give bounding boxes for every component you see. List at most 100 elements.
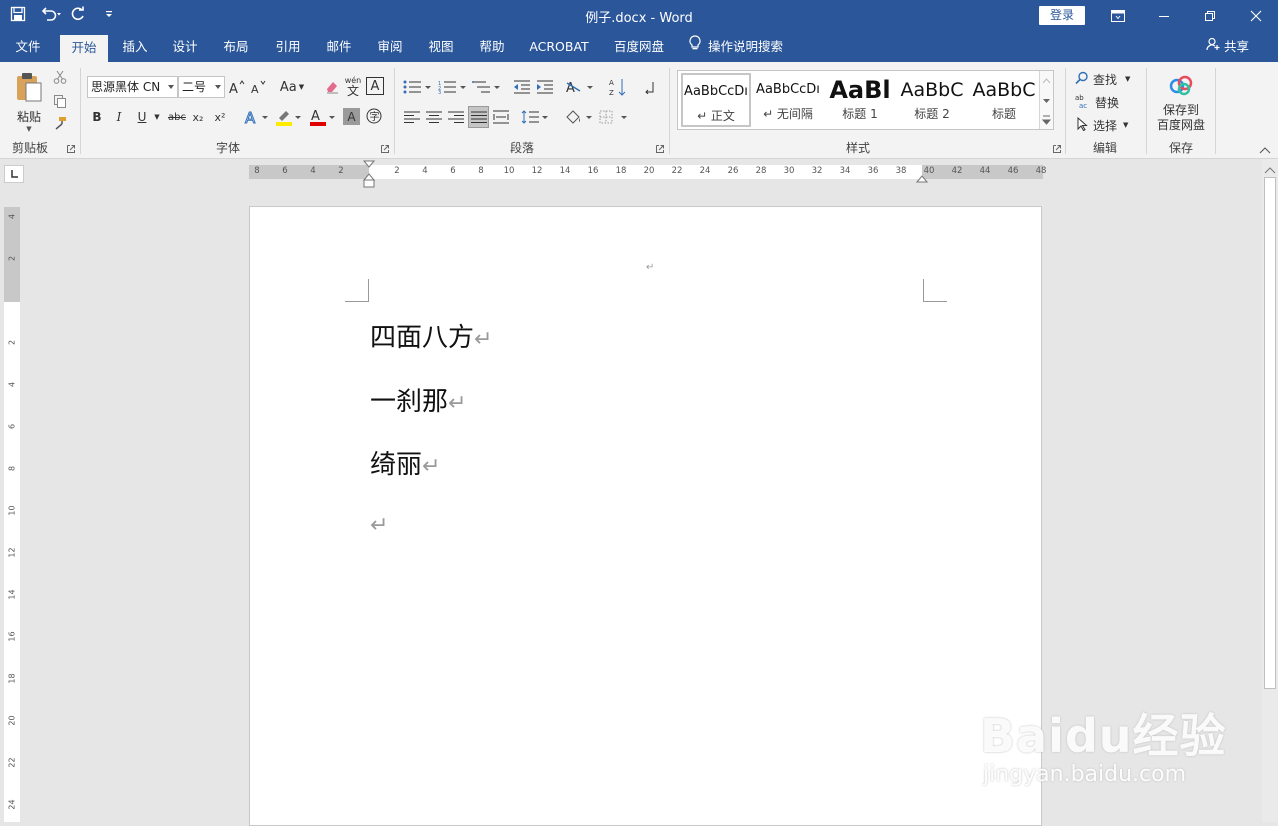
gallery-scroll-up[interactable] <box>1039 71 1053 91</box>
style-heading-2[interactable]: AaBbC 标题 2 <box>897 73 967 127</box>
find-button[interactable]: 查找 ▼ <box>1075 69 1137 89</box>
style-preview: AaBl <box>829 76 891 104</box>
vertical-ruler[interactable]: 4 2 2 4 6 8 10 12 14 16 18 20 22 24 <box>4 207 20 822</box>
gallery-more-icon[interactable] <box>1039 111 1053 129</box>
paragraph-mark: ↵ <box>370 513 389 538</box>
horizontal-ruler[interactable]: 8 6 4 2 2 4 6 8 10 12 14 16 18 20 22 24 26 28 30 32 34 36 38 40… <box>249 160 1046 188</box>
dialog-launcher-icon[interactable] <box>655 144 665 154</box>
select-button[interactable]: 选择 ▼ <box>1077 115 1139 135</box>
format-painter-icon[interactable] <box>51 114 69 132</box>
replace-button[interactable]: ab ac 替换 <box>1075 92 1137 112</box>
scroll-thumb[interactable] <box>1264 177 1276 689</box>
superscript-button[interactable]: x² <box>211 106 229 128</box>
dialog-launcher-icon[interactable] <box>380 144 390 154</box>
font-size-dropdown[interactable]: 二号 <box>178 76 225 98</box>
tab-references[interactable]: 引用 <box>266 32 310 62</box>
save-to-baidu-button[interactable]: 保存到 百度网盘 <box>1152 68 1210 138</box>
ruler-tick-label: 18 <box>615 166 627 176</box>
gallery-scroll-down[interactable] <box>1039 91 1053 111</box>
tab-review[interactable]: 审阅 <box>368 32 412 62</box>
scroll-up-icon[interactable] <box>1264 163 1276 177</box>
tab-home[interactable]: 开始 <box>60 35 108 62</box>
chevron-down-icon[interactable]: ▼ <box>151 106 163 128</box>
tab-insert[interactable]: 插入 <box>113 32 157 62</box>
baidu-netdisk-icon <box>1167 74 1195 100</box>
restore-icon[interactable] <box>1187 0 1233 32</box>
paragraph[interactable]: ↵ <box>370 509 388 539</box>
chinese-layout-icon[interactable]: A <box>565 76 597 98</box>
style-no-spacing[interactable]: AaBbCcDı ↵ 无间隔 <box>753 73 823 127</box>
cut-icon[interactable] <box>51 68 69 86</box>
style-title[interactable]: AaBbC 标题 <box>969 73 1039 127</box>
underline-button[interactable]: U <box>133 106 151 128</box>
sort-icon[interactable]: AZ <box>607 74 629 100</box>
right-indent-marker[interactable] <box>915 173 929 187</box>
character-border-icon[interactable]: A <box>366 77 384 95</box>
tab-acrobat[interactable]: ACROBAT <box>523 32 595 62</box>
justify-icon[interactable] <box>468 106 489 128</box>
first-line-indent-marker[interactable] <box>362 160 376 193</box>
increase-indent-icon[interactable] <box>535 76 555 98</box>
paragraph[interactable]: 一刹那↵ <box>370 381 466 418</box>
ruler-tick-label: 6 <box>282 166 288 176</box>
distributed-icon[interactable] <box>491 106 511 128</box>
dialog-launcher-icon[interactable] <box>66 144 76 154</box>
tab-stop-selector[interactable] <box>4 165 24 183</box>
subscript-button[interactable]: x₂ <box>189 106 207 128</box>
ribbon-display-options-icon[interactable] <box>1095 0 1141 32</box>
multilevel-list-icon[interactable] <box>471 76 503 98</box>
ruler-tick-label: 22 <box>7 757 17 768</box>
borders-icon[interactable] <box>598 106 630 128</box>
close-icon[interactable] <box>1233 0 1278 32</box>
font-color-icon[interactable]: A <box>308 106 338 128</box>
character-shading-icon[interactable]: A <box>343 108 360 125</box>
svg-text:3: 3 <box>438 90 441 94</box>
shading-icon[interactable] <box>563 106 595 128</box>
grow-font-icon[interactable]: A <box>228 76 246 98</box>
line-spacing-icon[interactable] <box>520 106 550 128</box>
numbering-icon[interactable]: 123 <box>437 76 469 98</box>
dialog-launcher-icon[interactable] <box>1052 144 1062 154</box>
tab-design[interactable]: 设计 <box>163 32 207 62</box>
collapse-ribbon-icon[interactable] <box>1258 144 1272 156</box>
copy-icon[interactable] <box>51 92 69 110</box>
tab-mailings[interactable]: 邮件 <box>317 32 361 62</box>
document-page[interactable]: ↵ 四面八方↵ 一刹那↵ 绮丽↵ ↵ <box>249 206 1042 826</box>
paragraph[interactable]: 四面八方↵ <box>370 317 492 354</box>
shrink-font-icon[interactable]: A <box>250 76 268 98</box>
align-right-icon[interactable] <box>446 106 466 128</box>
font-group-label: 字体 <box>215 141 240 155</box>
strikethrough-button[interactable]: abc <box>166 106 188 128</box>
text-effects-icon[interactable]: A <box>242 106 272 128</box>
italic-button[interactable]: I <box>110 106 128 128</box>
paragraph[interactable]: 绮丽↵ <box>370 444 440 481</box>
decrease-indent-icon[interactable] <box>512 76 532 98</box>
phonetic-guide-icon[interactable]: wén 文 <box>343 74 363 100</box>
tab-layout[interactable]: 布局 <box>214 32 258 62</box>
highlight-icon[interactable] <box>274 106 304 128</box>
paste-button[interactable]: 粘贴 ▼ <box>10 68 48 136</box>
tab-view[interactable]: 视图 <box>419 32 463 62</box>
tab-baidu-netdisk[interactable]: 百度网盘 <box>608 32 670 62</box>
tab-file[interactable]: 文件 <box>6 32 50 62</box>
font-name-dropdown[interactable]: 思源黑体 CN <box>87 76 178 98</box>
style-normal[interactable]: AaBbCcDı ↵ 正文 <box>681 73 751 127</box>
bullets-icon[interactable] <box>402 76 434 98</box>
minimize-icon[interactable] <box>1141 0 1187 32</box>
align-center-icon[interactable] <box>424 106 444 128</box>
show-paragraph-marks-icon[interactable] <box>640 76 658 98</box>
align-left-icon[interactable] <box>402 106 422 128</box>
vertical-scrollbar[interactable] <box>1262 159 1278 822</box>
style-heading-1[interactable]: AaBl 标题 1 <box>825 73 895 127</box>
login-button[interactable]: 登录 <box>1039 6 1085 25</box>
save-line1: 保存到 <box>1162 102 1199 117</box>
clear-formatting-icon[interactable] <box>322 76 342 98</box>
change-case-button[interactable]: Aa ▼ <box>278 76 306 98</box>
character-shading-label: A <box>347 109 356 124</box>
share-button[interactable]: 共享 <box>1206 32 1260 62</box>
enclose-characters-icon[interactable]: 字 <box>365 107 383 125</box>
tab-help[interactable]: 帮助 <box>470 32 514 62</box>
ruler-tick-label: 42 <box>951 166 963 176</box>
bold-button[interactable]: B <box>88 106 106 128</box>
tell-me-search[interactable]: 操作说明搜索 <box>688 32 798 62</box>
